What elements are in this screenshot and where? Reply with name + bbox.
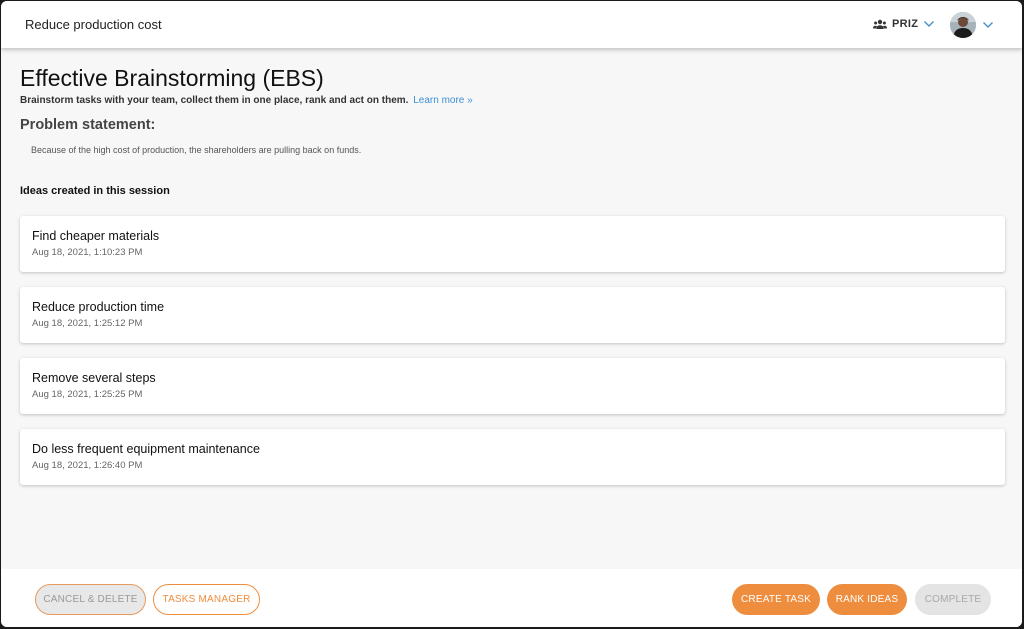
ideas-heading: Ideas created in this session: [20, 185, 170, 197]
learn-more-link[interactable]: Learn more »: [413, 95, 472, 106]
avatar[interactable]: [950, 12, 976, 38]
idea-date: Aug 18, 2021, 1:25:12 PM: [32, 318, 143, 329]
page-subtitle: Brainstorm tasks with your team, collect…: [20, 95, 1006, 106]
tasks-manager-button[interactable]: TASKS MANAGER: [153, 584, 260, 615]
team-selector[interactable]: PRIZ: [873, 15, 935, 33]
rank-ideas-button[interactable]: RANK IDEAS: [827, 584, 907, 615]
app-window: Reduce production cost PRIZ Effective Br…: [1, 1, 1022, 627]
idea-title: Reduce production time: [32, 300, 165, 314]
top-bar: Reduce production cost PRIZ: [1, 1, 1022, 48]
idea-title: Remove several steps: [32, 371, 156, 385]
page-title: Effective Brainstorming (EBS): [20, 65, 324, 91]
chevron-down-icon: [923, 20, 935, 28]
user-menu[interactable]: [950, 12, 994, 38]
ideas-list: Find cheaper materials Aug 18, 2021, 1:1…: [20, 216, 1005, 500]
idea-card[interactable]: Remove several steps Aug 18, 2021, 1:25:…: [20, 358, 1005, 414]
people-icon: [873, 19, 887, 30]
problem-statement-heading: Problem statement:: [20, 117, 156, 133]
main-content: Effective Brainstorming (EBS) Brainstorm…: [20, 65, 1006, 197]
complete-button[interactable]: COMPLETE: [915, 584, 991, 615]
idea-date: Aug 18, 2021, 1:25:25 PM: [32, 389, 143, 400]
session-title: Reduce production cost: [25, 17, 162, 32]
idea-title: Find cheaper materials: [32, 229, 160, 243]
idea-title: Do less frequent equipment maintenance: [32, 442, 260, 456]
action-footer: CANCEL & DELETE TASKS MANAGER CREATE TAS…: [1, 569, 1022, 627]
idea-card[interactable]: Find cheaper materials Aug 18, 2021, 1:1…: [20, 216, 1005, 272]
subtitle-text: Brainstorm tasks with your team, collect…: [20, 95, 409, 106]
idea-date: Aug 18, 2021, 1:10:23 PM: [32, 247, 143, 258]
problem-statement-text: Because of the high cost of production, …: [31, 145, 362, 155]
idea-date: Aug 18, 2021, 1:26:40 PM: [32, 460, 143, 471]
idea-card[interactable]: Do less frequent equipment maintenance A…: [20, 429, 1005, 485]
team-name: PRIZ: [892, 18, 919, 30]
cancel-delete-button[interactable]: CANCEL & DELETE: [35, 584, 146, 615]
idea-card[interactable]: Reduce production time Aug 18, 2021, 1:2…: [20, 287, 1005, 343]
create-task-button[interactable]: CREATE TASK: [732, 584, 820, 615]
chevron-down-icon: [982, 21, 994, 29]
